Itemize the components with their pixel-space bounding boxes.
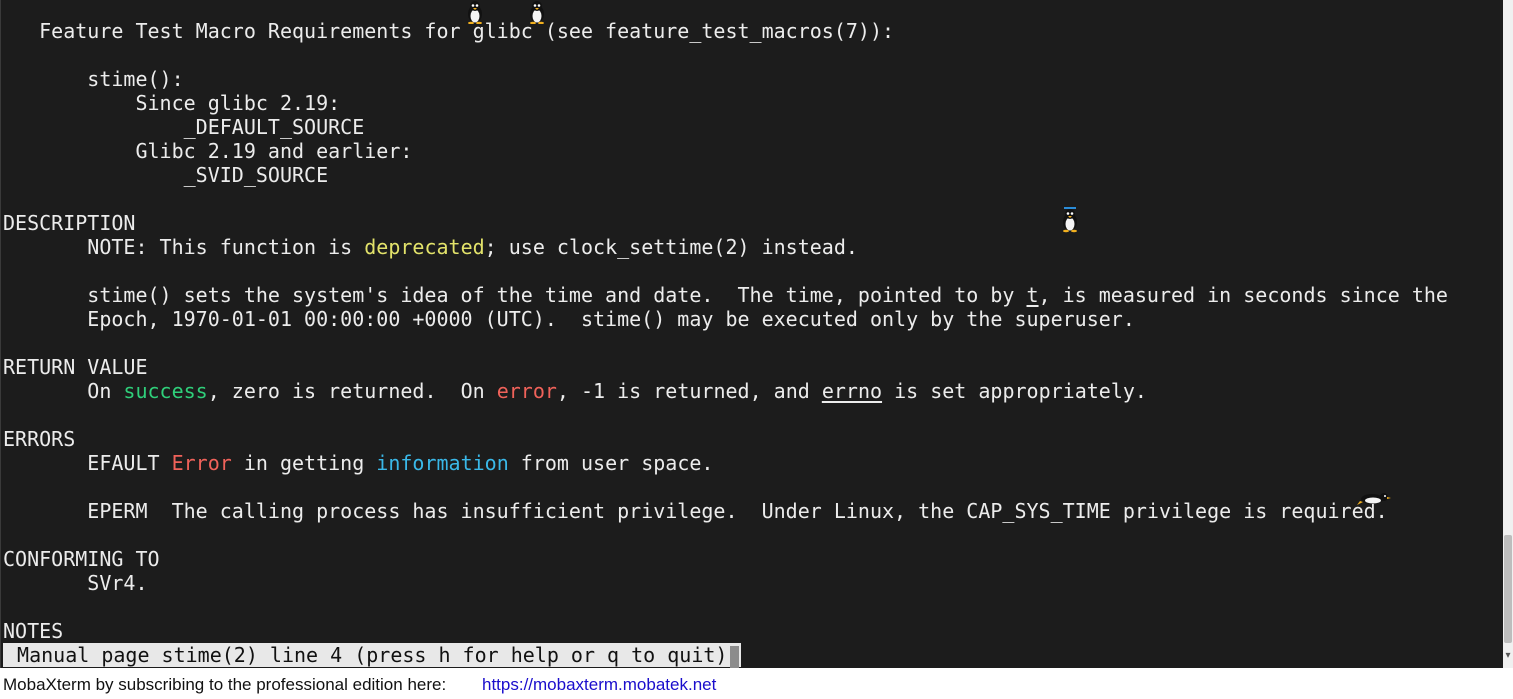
terminal-line: EFAULT Error in getting information from… [3,451,1448,475]
terminal-text: t [1026,283,1039,307]
terminal-line: NOTES [3,619,1448,643]
terminal-text: Epoch, 1970-01-01 00:00:00 +0000 (UTC). … [3,307,1135,331]
terminal-text: is set appropriately. [882,379,1147,403]
terminal-text: , zero is returned. On [207,379,497,403]
terminal-line: Since glibc 2.19: [3,91,1448,115]
terminal-text: _DEFAULT_SOURCE [3,115,365,139]
terminal-text: _SVID_SOURCE [3,163,329,187]
vertical-scrollbar[interactable]: ▾ [1503,0,1513,668]
terminal-line: RETURN VALUE [3,355,1448,379]
penguin-icon [1357,493,1391,505]
terminal-text: stime(): [3,67,184,91]
terminal-line: CONFORMING TO [3,547,1448,571]
terminal-line: Epoch, 1970-01-01 00:00:00 +0000 (UTC). … [3,307,1448,331]
terminal-text: stime() sets the system's idea of the ti… [3,283,1027,307]
terminal-text: Error [171,451,232,475]
terminal-line: EPERM The calling process has insufficie… [3,499,1448,523]
terminal-text: RETURN VALUE [3,355,148,379]
terminal-line: Glibc 2.19 and earlier: [3,139,1448,163]
terminal-text: On [3,379,124,403]
penguin-icon [530,1,544,24]
terminal-text: ERRORS [3,427,76,451]
status-text: Manual page stime(2) line 4 (press h for… [5,643,728,667]
terminal-text: Since glibc 2.19: [3,91,341,115]
terminal-text: from user space. [508,451,714,475]
terminal-line: stime(): [3,67,1448,91]
terminal-text: Glibc 2.19 and earlier: [3,139,413,163]
terminal-text: error [496,379,557,403]
footer-bar: MobaXterm by subscribing to the professi… [0,668,1513,697]
terminal-text: , -1 is returned, and [556,379,822,403]
terminal-line: ERRORS [3,427,1448,451]
terminal-text: information [376,451,509,475]
scrollbar-thumb[interactable] [1504,535,1512,643]
cursor-block [730,645,740,668]
penguin-icon [468,1,482,24]
terminal-line: SVr4. [3,571,1448,595]
terminal-text: success [123,379,208,403]
terminal-text: in getting [231,451,377,475]
terminal-text: NOTE: This function is [3,235,365,259]
terminal-line: stime() sets the system's idea of the ti… [3,283,1448,307]
terminal-line: Feature Test Macro Requirements for glib… [3,19,1448,43]
penguin-icon [1063,207,1077,233]
terminal-window[interactable]: Feature Test Macro Requirements for glib… [0,0,1503,668]
terminal-text: CONFORMING TO [3,547,160,571]
terminal-text: SVr4. [3,571,148,595]
footer-link[interactable]: https://mobaxterm.mobatek.net [482,670,716,699]
man-page-content: Feature Test Macro Requirements for glib… [3,19,1448,643]
terminal-line: NOTE: This function is deprecated; use c… [3,235,1448,259]
terminal-text: errno [821,379,883,403]
terminal-line: _DEFAULT_SOURCE [3,115,1448,139]
terminal-line: DESCRIPTION [3,211,1448,235]
terminal-line: _SVID_SOURCE [3,163,1448,187]
terminal-text: , is measured in seconds since the [1038,283,1448,307]
terminal-text: NOTES [3,619,64,643]
terminal-text: DESCRIPTION [3,211,136,235]
terminal-text: ; use clock_settime(2) instead. [484,235,858,259]
terminal-text: EFAULT [3,451,172,475]
terminal-text: deprecated [364,235,485,259]
terminal-text: EPERM The calling process has insufficie… [3,499,1388,523]
footer-text: MobaXterm by subscribing to the professi… [3,675,447,694]
scroll-down-icon[interactable]: ▾ [1503,648,1513,664]
pager-status-line: Manual page stime(2) line 4 (press h for… [3,643,742,668]
terminal-text: Feature Test Macro Requirements for glib… [3,19,895,43]
terminal-line: On success, zero is returned. On error, … [3,379,1448,403]
